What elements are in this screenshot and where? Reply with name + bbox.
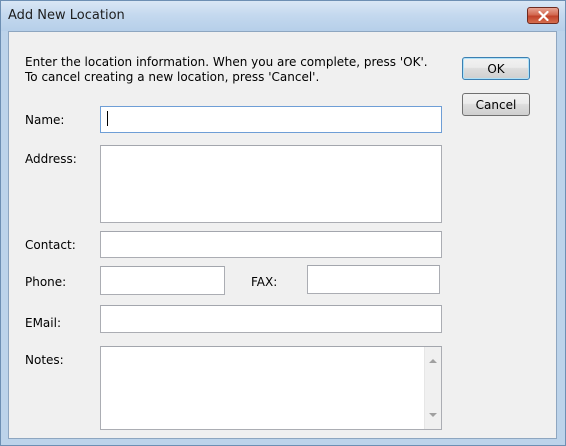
text-caret <box>107 111 108 126</box>
phone-label: Phone: <box>25 275 67 289</box>
window-title: Add New Location <box>8 8 125 23</box>
ok-button[interactable]: OK <box>462 57 530 80</box>
dialog-body: Enter the location information. When you… <box>8 31 557 439</box>
email-label: EMail: <box>25 316 61 330</box>
notes-label: Notes: <box>25 353 64 367</box>
contact-label: Contact: <box>25 238 76 252</box>
phone-input[interactable] <box>100 266 225 295</box>
email-input[interactable] <box>100 305 442 333</box>
instructions-text: Enter the location information. When you… <box>25 55 428 84</box>
scroll-up-arrow-icon[interactable] <box>429 359 437 363</box>
cancel-button[interactable]: Cancel <box>462 93 530 116</box>
fax-input[interactable] <box>307 265 440 294</box>
notes-scrollbar[interactable] <box>424 347 441 429</box>
address-label: Address: <box>25 152 77 166</box>
add-new-location-dialog: Add New Location Enter the location info… <box>0 0 566 446</box>
scroll-down-arrow-icon[interactable] <box>429 413 437 417</box>
name-label: Name: <box>25 113 65 127</box>
contact-input[interactable] <box>100 231 442 258</box>
close-icon <box>537 10 549 21</box>
fax-label: FAX: <box>251 275 278 289</box>
close-button[interactable] <box>527 7 559 24</box>
address-input[interactable] <box>100 145 442 223</box>
notes-input[interactable] <box>100 346 442 430</box>
title-bar[interactable]: Add New Location <box>1 1 565 31</box>
name-input[interactable] <box>100 106 442 133</box>
